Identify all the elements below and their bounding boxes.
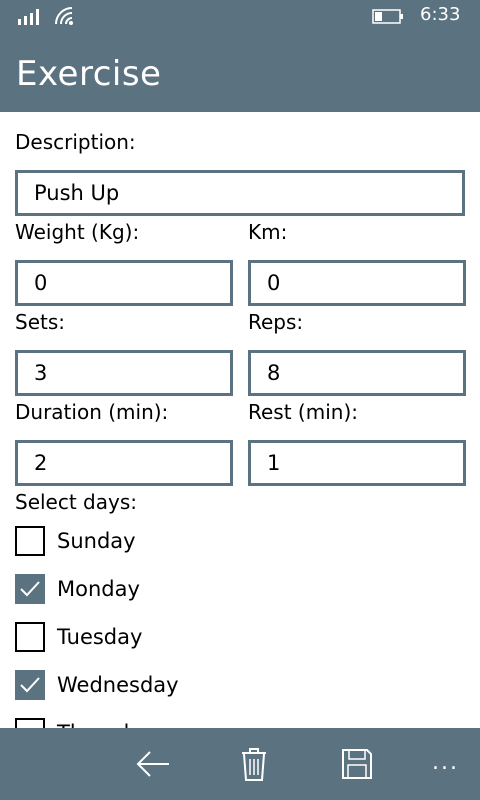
- duration-input[interactable]: 2: [15, 440, 233, 486]
- weight-label: Weight (Kg):: [15, 220, 140, 244]
- weight-input[interactable]: 0: [15, 260, 233, 306]
- day-label: Tuesday: [57, 625, 143, 649]
- checkbox-unchecked[interactable]: [15, 718, 45, 728]
- checkbox-unchecked[interactable]: [15, 622, 45, 652]
- page-header: Exercise: [0, 32, 480, 112]
- reps-label: Reps:: [248, 310, 304, 334]
- checkbox-checked[interactable]: [15, 670, 45, 700]
- battery-icon: [372, 9, 403, 24]
- rest-label: Rest (min):: [248, 400, 358, 424]
- wifi-icon: [55, 7, 73, 25]
- sets-input[interactable]: 3: [15, 350, 233, 396]
- more-options-button[interactable]: ...: [432, 750, 459, 775]
- exercise-form: Description: Push Up Weight (Kg): Km: 0 …: [0, 112, 480, 728]
- description-label: Description:: [15, 130, 136, 154]
- app-bar: ...: [0, 728, 480, 800]
- checkmark-icon: [20, 677, 40, 693]
- sets-label: Sets:: [15, 310, 65, 334]
- reps-input[interactable]: 8: [248, 350, 466, 396]
- select-days-label: Select days:: [15, 490, 138, 514]
- day-label: Thursday: [57, 718, 155, 728]
- day-label: Wednesday: [57, 673, 179, 697]
- arrow-left-icon[interactable]: [133, 744, 173, 784]
- clock-time: 6:33: [420, 4, 461, 25]
- page-title: Exercise: [16, 54, 162, 94]
- signal-strength-icon: [18, 9, 39, 25]
- description-input[interactable]: Push Up: [15, 170, 465, 216]
- status-bar: 6:33: [0, 0, 480, 32]
- duration-label: Duration (min):: [15, 400, 169, 424]
- checkmark-icon: [20, 581, 40, 597]
- km-input[interactable]: 0: [248, 260, 466, 306]
- trash-icon[interactable]: [234, 744, 274, 784]
- checkbox-unchecked[interactable]: [15, 526, 45, 556]
- day-label: Sunday: [57, 529, 136, 553]
- rest-input[interactable]: 1: [248, 440, 466, 486]
- floppy-disk-icon[interactable]: [337, 744, 377, 784]
- day-label: Monday: [57, 577, 140, 601]
- km-label: Km:: [248, 220, 288, 244]
- checkbox-checked[interactable]: [15, 574, 45, 604]
